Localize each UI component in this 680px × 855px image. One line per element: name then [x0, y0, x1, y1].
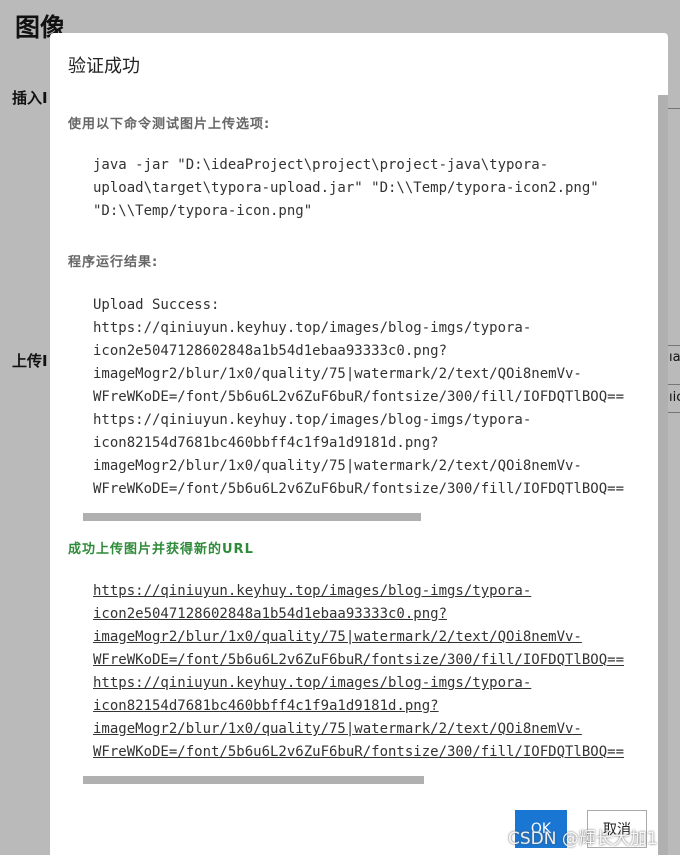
result-line: https://qiniuyun.keyhuy.top/images/blog-…	[93, 412, 532, 428]
command-label: 使用以下命令测试图片上传选项:	[68, 117, 271, 132]
upload-image-label: 上传I	[12, 352, 48, 370]
background-text-fragment: ıa	[669, 350, 680, 365]
success-label: 成功上传图片并获得新的URL	[68, 542, 254, 557]
divider	[668, 108, 680, 109]
command-line: "D:\\Temp/typora-icon.png"	[93, 203, 313, 219]
url-link[interactable]: WFreWKoDE=/font/5b6u6L2v6ZuF6buR/fontsiz…	[93, 649, 624, 672]
result-line: imageMogr2/blur/1x0/quality/75|watermark…	[93, 366, 582, 382]
insert-image-label: 插入I	[12, 89, 48, 107]
result-line: icon2e5047128602848a1b54d1ebaa93333c0.pn…	[93, 343, 448, 359]
result-line: Upload Success:	[93, 297, 220, 313]
url-link[interactable]: WFreWKoDE=/font/5b6u6L2v6ZuF6buR/fontsiz…	[93, 741, 624, 764]
dialog-title: 验证成功	[68, 56, 140, 77]
result-label: 程序运行结果:	[68, 255, 159, 270]
vertical-scrollbar[interactable]	[658, 95, 668, 855]
result-line: imageMogr2/blur/1x0/quality/75|watermark…	[93, 458, 582, 474]
url-horizontal-scrollbar[interactable]	[83, 776, 424, 784]
command-line: java -jar "D:\ideaProject\project\projec…	[93, 157, 549, 173]
url-link[interactable]: imageMogr2/blur/1x0/quality/75|watermark…	[93, 626, 624, 649]
result-line: WFreWKoDE=/font/5b6u6L2v6ZuF6buR/fontsiz…	[93, 389, 625, 405]
result-horizontal-scrollbar[interactable]	[83, 513, 421, 521]
command-line: upload\target\typora-upload.jar" "D:\\Te…	[93, 180, 599, 196]
watermark: CSDN @輝长大加1	[508, 829, 658, 849]
url-link[interactable]: icon82154d7681bc460bbff4c1f9a1d9181d.png…	[93, 695, 624, 718]
divider	[668, 384, 680, 385]
result-line: https://qiniuyun.keyhuy.top/images/blog-…	[93, 320, 532, 336]
url-link[interactable]: imageMogr2/blur/1x0/quality/75|watermark…	[93, 718, 624, 741]
url-link[interactable]: https://qiniuyun.keyhuy.top/images/blog-…	[93, 672, 624, 695]
command-block: java -jar "D:\ideaProject\project\projec…	[93, 154, 599, 223]
url-link[interactable]: icon2e5047128602848a1b54d1ebaa93333c0.pn…	[93, 603, 624, 626]
divider	[668, 412, 680, 413]
result-block: Upload Success: https://qiniuyun.keyhuy.t…	[93, 294, 624, 501]
result-line: WFreWKoDE=/font/5b6u6L2v6ZuF6buR/fontsiz…	[93, 481, 625, 497]
divider	[668, 345, 680, 346]
verification-dialog: 验证成功 使用以下命令测试图片上传选项: java -jar "D:\ideaP…	[50, 33, 668, 855]
result-line: icon82154d7681bc460bbff4c1f9a1d9181d.png…	[93, 435, 439, 451]
background-text-fragment: ıic	[669, 390, 680, 405]
url-link[interactable]: https://qiniuyun.keyhuy.top/images/blog-…	[93, 580, 624, 603]
url-block: https://qiniuyun.keyhuy.top/images/blog-…	[93, 580, 624, 764]
